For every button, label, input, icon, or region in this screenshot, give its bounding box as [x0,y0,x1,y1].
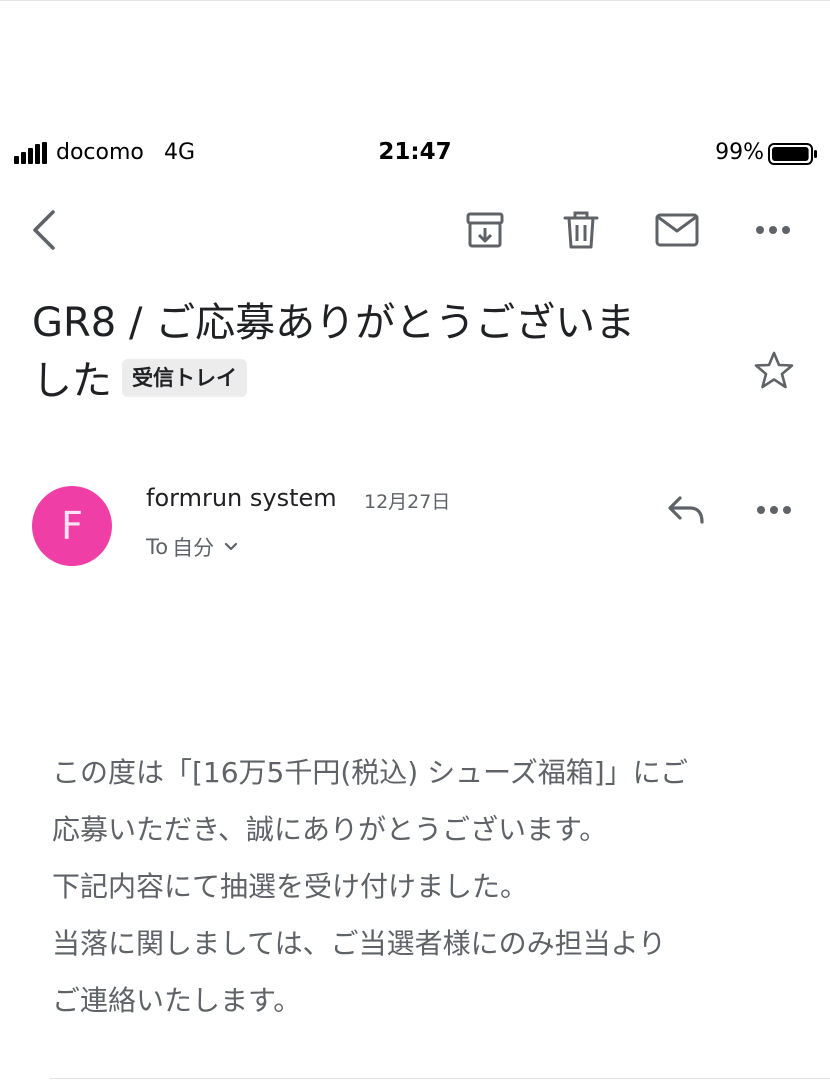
sender-name[interactable]: formrun system [146,484,337,512]
trash-icon [563,211,599,249]
back-button[interactable] [14,196,74,264]
body-line: 下記内容にて抽選を受け付けました。 [52,870,529,903]
body-line: 当落に関しましては、ご当選者様にのみ担当より [52,927,667,960]
delete-button[interactable] [551,196,611,264]
envelope-icon [655,213,699,247]
battery-icon [768,143,817,165]
more-options-button[interactable] [743,196,803,264]
star-button[interactable] [748,344,800,396]
email-subject: GR8 / ご応募ありがとうございま した 受信トレイ [32,294,732,410]
body-line: 応募いただき、誠にありがとうございます。 [52,813,608,846]
body-line: この度は「[16万5千円(税込) シューズ福箱]」にご [52,756,689,789]
more-horizontal-icon [757,506,791,514]
subject-line-1: GR8 / ご応募ありがとうございま [32,300,636,346]
recipient-prefix: To [146,535,169,559]
archive-icon [466,212,504,248]
status-time: 21:47 [378,139,452,165]
reply-button[interactable] [658,484,714,536]
sender-more-button[interactable] [746,484,802,536]
recipient-details-toggle[interactable]: To 自分 [146,532,238,562]
archive-button[interactable] [455,196,515,264]
body-line: ご連絡いたします。 [52,984,302,1017]
body-divider [50,1078,830,1079]
email-date: 12月27日 [364,491,451,513]
message-toolbar [0,196,830,264]
reply-icon [668,496,704,524]
star-icon [754,351,794,389]
email-body: この度は「[16万5千円(税込) シューズ福箱]」にご 応募いただき、誠にありが… [52,744,792,1029]
status-bar: docomo 4G 21:47 99% [0,136,830,172]
top-divider [0,0,830,1]
subject-line-2: した [32,358,112,404]
chevron-down-icon [224,542,238,552]
more-horizontal-icon [756,226,790,234]
battery-percent: 99% [715,140,764,165]
recipient-name: 自分 [172,536,215,560]
mark-unread-button[interactable] [647,196,707,264]
chevron-left-icon [33,210,55,250]
inbox-label-chip[interactable]: 受信トレイ [122,359,247,397]
sender-avatar[interactable]: F [32,486,112,566]
